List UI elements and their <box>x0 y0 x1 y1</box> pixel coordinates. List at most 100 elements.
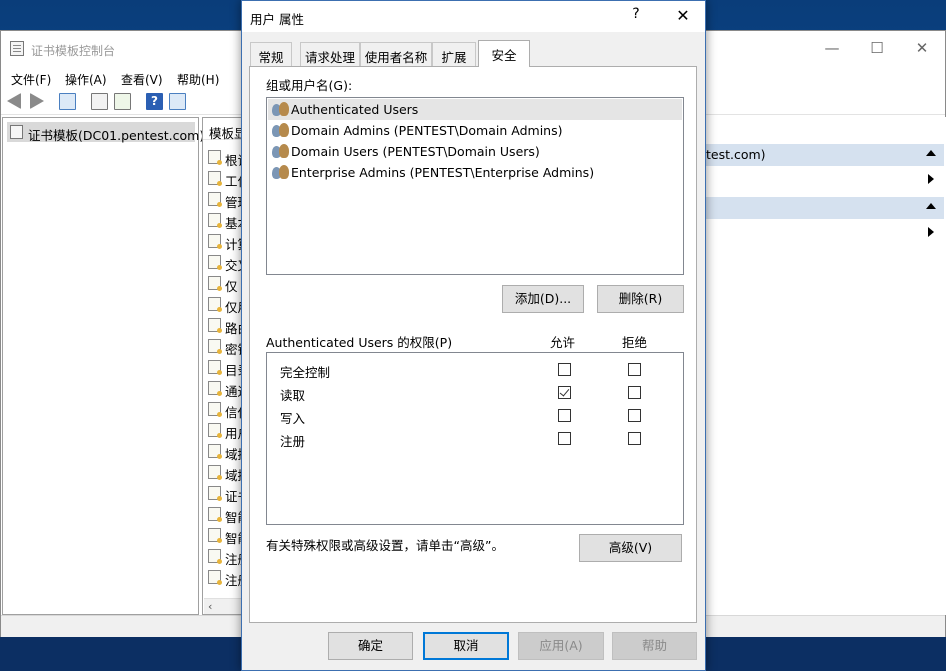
group-user-item[interactable]: Domain Users (PENTEST\Domain Users) <box>268 141 682 162</box>
forward-icon[interactable] <box>30 93 44 109</box>
deny-checkbox[interactable] <box>628 386 641 399</box>
template-list-item[interactable]: 交叉 <box>208 252 243 273</box>
tab-extensions[interactable]: 扩展 <box>432 42 476 66</box>
group-user-list[interactable]: Authenticated Users Domain Admins (PENTES… <box>266 97 684 275</box>
help-icon[interactable]: ? <box>626 6 646 26</box>
template-list-item[interactable]: 通过 <box>208 378 243 399</box>
template-list-item[interactable]: 注册 <box>208 567 243 588</box>
allow-checkbox[interactable] <box>558 409 571 422</box>
certificate-template-icon <box>208 381 222 396</box>
allow-column-header: 允许 <box>550 335 576 350</box>
template-list-item[interactable]: 计算 <box>208 231 243 252</box>
template-list-item[interactable]: 注册 <box>208 546 243 567</box>
menu-view[interactable]: 查看(V) <box>121 71 163 88</box>
minimize-icon[interactable]: — <box>809 33 855 63</box>
user-group-icon <box>272 144 289 159</box>
menu-help[interactable]: 帮助(H) <box>177 71 219 88</box>
template-list-item[interactable]: 基本 <box>208 210 243 231</box>
group-user-item[interactable]: Enterprise Admins (PENTEST\Enterprise Ad… <box>268 162 682 183</box>
template-list-item[interactable]: 仅 <box>208 273 243 294</box>
cancel-button[interactable]: 取消 <box>423 632 509 660</box>
tab-subject-name[interactable]: 使用者名称 <box>360 42 432 66</box>
actions-section-header-2[interactable] <box>706 197 944 219</box>
template-list-item[interactable]: 目录 <box>208 357 243 378</box>
menu-action[interactable]: 操作(A) <box>65 71 107 88</box>
certificate-template-icon <box>208 255 222 270</box>
column-header-display-name[interactable]: 模板显示名称 <box>203 118 243 141</box>
apply-button[interactable]: 应用(A) <box>518 632 604 660</box>
show-tree-icon[interactable] <box>59 93 76 110</box>
export-list-icon[interactable] <box>114 93 131 110</box>
group-user-item[interactable]: Domain Admins (PENTEST\Domain Admins) <box>268 120 682 141</box>
template-list-item[interactable]: 域控 <box>208 441 243 462</box>
tree-item-certificate-templates[interactable]: 证书模板(DC01.pentest.com) <box>7 122 204 143</box>
template-list-item[interactable]: 用户 <box>208 420 243 441</box>
tree-item-label: 证书模板(DC01.pentest.com) <box>28 128 205 143</box>
back-icon[interactable] <box>7 93 21 109</box>
tab-request-handling[interactable]: 请求处理 <box>300 42 360 66</box>
permission-row: 写入 <box>268 404 682 426</box>
deny-checkbox[interactable] <box>628 409 641 422</box>
tab-general[interactable]: 常规 <box>250 42 292 66</box>
certificate-template-icon <box>208 528 222 543</box>
maximize-icon[interactable]: ☐ <box>854 33 900 63</box>
certificate-template-icon <box>208 423 222 438</box>
actions-more[interactable] <box>706 169 944 189</box>
template-list: 模板显示名称 根证工作管理基本计算交叉仅仅用路由密钥目录通过信任用户域控域控证书… <box>202 117 244 615</box>
template-list-item[interactable]: 工作 <box>208 168 243 189</box>
certificate-template-icon <box>208 213 222 228</box>
mmc-title: 证书模板控制台 <box>31 44 116 58</box>
collapse-icon[interactable] <box>926 150 936 156</box>
remove-button[interactable]: 删除(R) <box>597 285 684 313</box>
user-group-icon <box>272 165 289 180</box>
template-list-item[interactable]: 仅用 <box>208 294 243 315</box>
collapse-icon[interactable] <box>926 203 936 209</box>
certificate-template-icon <box>208 171 222 186</box>
user-group-icon <box>272 102 289 117</box>
user-properties-dialog: 用户 属性 ? ✕ 常规 请求处理 使用者名称 扩展 安全 组或用户名(G): … <box>241 0 706 671</box>
groups-label: 组或用户名(G): <box>266 78 353 93</box>
actions-more-2[interactable] <box>706 222 944 242</box>
template-list-item[interactable]: 证书 <box>208 483 243 504</box>
menu-file[interactable]: 文件(F) <box>11 71 51 88</box>
template-list-item[interactable]: 根证 <box>208 147 243 168</box>
template-list-item[interactable]: 域控 <box>208 462 243 483</box>
certificate-template-icon <box>10 125 23 139</box>
permissions-list: 完全控制 读取 写入 注册 <box>266 352 684 525</box>
ok-button[interactable]: 确定 <box>328 632 413 660</box>
certificate-template-icon <box>208 507 222 522</box>
help-icon[interactable]: ? <box>146 93 163 110</box>
group-user-item[interactable]: Authenticated Users <box>268 99 682 120</box>
close-icon[interactable]: ✕ <box>899 33 945 63</box>
template-list-item[interactable]: 密钥 <box>208 336 243 357</box>
tab-security[interactable]: 安全 <box>478 40 530 67</box>
template-list-item[interactable]: 信任 <box>208 399 243 420</box>
allow-checkbox[interactable] <box>558 363 571 376</box>
allow-checkbox[interactable] <box>558 386 571 399</box>
certificate-template-icon <box>208 234 222 249</box>
add-button[interactable]: 添加(D)... <box>502 285 584 313</box>
group-user-name: Domain Admins (PENTEST\Domain Admins) <box>291 123 563 138</box>
deny-checkbox[interactable] <box>628 363 641 376</box>
properties-icon[interactable] <box>91 93 108 110</box>
template-name: 仅 <box>225 279 238 294</box>
dialog-title: 用户 属性 <box>250 12 304 27</box>
deny-checkbox[interactable] <box>628 432 641 445</box>
certificate-template-icon <box>208 549 222 564</box>
certificate-template-icon <box>208 192 222 207</box>
actions-section-title: test.com) <box>706 147 766 162</box>
advanced-button[interactable]: 高级(V) <box>579 534 682 562</box>
horizontal-scrollbar[interactable]: ‹ <box>204 598 243 614</box>
template-list-item[interactable]: 管理 <box>208 189 243 210</box>
template-list-item[interactable]: 智能 <box>208 525 243 546</box>
certificate-template-icon <box>208 570 222 585</box>
allow-checkbox[interactable] <box>558 432 571 445</box>
close-icon[interactable]: ✕ <box>666 4 700 28</box>
template-list-item[interactable]: 智能 <box>208 504 243 525</box>
permission-row: 注册 <box>268 427 682 449</box>
show-action-pane-icon[interactable] <box>169 93 186 110</box>
permission-name: 完全控制 <box>280 365 331 380</box>
template-list-item[interactable]: 路由 <box>208 315 243 336</box>
help-button[interactable]: 帮助 <box>612 632 697 660</box>
actions-section-header[interactable]: test.com) <box>706 144 944 166</box>
